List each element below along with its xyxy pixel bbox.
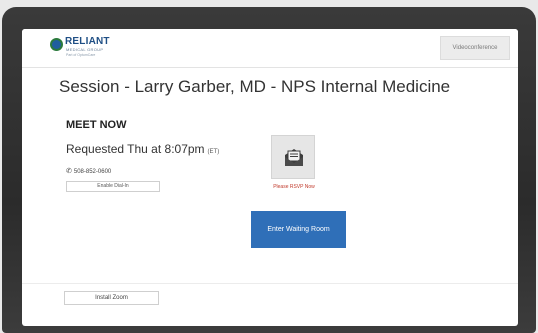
page-title: Session - Larry Garber, MD - NPS Interna… [59, 77, 451, 96]
rsvp-button[interactable] [271, 135, 315, 179]
logo-tagline: Part of OptumCare [66, 53, 96, 57]
requested-time: Requested Thu at 8:07pm (ET) [66, 142, 219, 156]
enable-dial-in-button[interactable]: Enable Dial-In [66, 181, 160, 192]
app-screen: RELIANT MEDICAL GROUP Part of OptumCare … [22, 29, 518, 326]
logo-subtitle: MEDICAL GROUP [66, 47, 104, 52]
timezone-label: (ET) [207, 149, 220, 155]
install-zoom-button[interactable]: Install Zoom [64, 291, 159, 305]
section-heading: MEET NOW [66, 119, 127, 131]
rsvp-label: Please RSVP Now [273, 184, 315, 190]
reliant-logo[interactable]: RELIANT MEDICAL GROUP Part of OptumCare [50, 36, 170, 62]
footer-divider [22, 283, 518, 284]
videoconference-tab[interactable]: Videoconference [440, 36, 510, 60]
top-bar: RELIANT MEDICAL GROUP Part of OptumCare … [22, 29, 518, 68]
envelope-icon [285, 149, 303, 166]
phone-number: 508-852-0600 [73, 169, 112, 175]
logo-name: RELIANT [65, 36, 110, 47]
enter-waiting-room-button[interactable]: Enter Waiting Room [251, 211, 346, 248]
phone-row: ✆ 508-852-0600 [66, 167, 111, 175]
phone-icon: ✆ [66, 168, 72, 175]
monitor-bezel: RELIANT MEDICAL GROUP Part of OptumCare … [2, 7, 536, 333]
logo-mark-icon [50, 38, 63, 51]
requested-text: Requested Thu at 8:07pm [66, 142, 205, 156]
